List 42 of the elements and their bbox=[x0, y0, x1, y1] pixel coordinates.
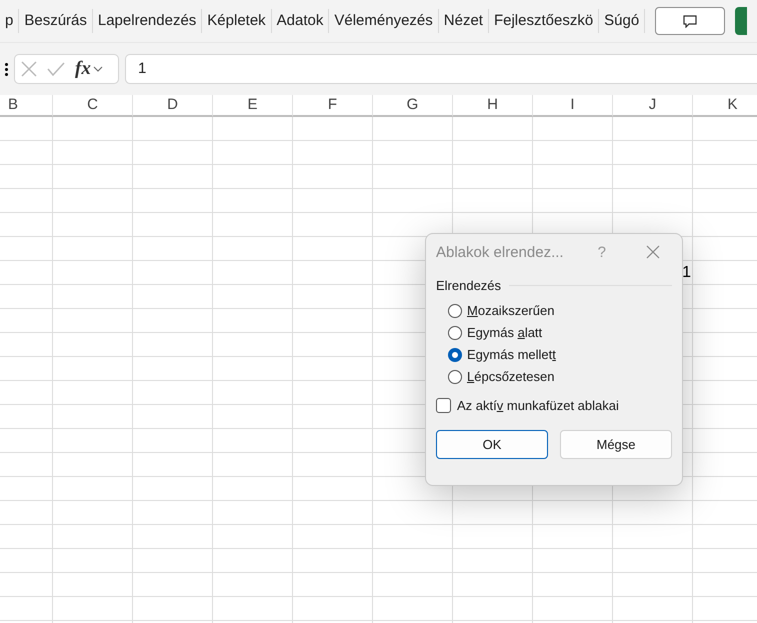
column-header[interactable]: G bbox=[373, 95, 453, 117]
column-header[interactable]: B bbox=[0, 95, 53, 117]
ribbon-tab[interactable]: Nézet bbox=[438, 9, 489, 33]
more-icon[interactable] bbox=[5, 62, 8, 76]
caret-icon[interactable] bbox=[92, 66, 103, 72]
column-header[interactable]: J bbox=[613, 95, 693, 117]
checkbox[interactable] bbox=[436, 398, 451, 413]
dialog-title: Ablakok elrendez... bbox=[436, 244, 565, 260]
ribbon-tab[interactable]: Véleményezés bbox=[329, 9, 439, 33]
ribbon-tab[interactable]: Képletek bbox=[202, 9, 272, 33]
group-label: Elrendezés bbox=[436, 278, 502, 293]
share-button[interactable] bbox=[735, 7, 748, 35]
column-header[interactable]: F bbox=[293, 95, 373, 117]
ribbon-tab[interactable]: p bbox=[0, 9, 20, 33]
ribbon-tab[interactable]: Beszúrás bbox=[19, 9, 93, 33]
formula-input[interactable]: 1 bbox=[125, 54, 757, 84]
radio-button[interactable] bbox=[448, 370, 462, 384]
insert-function-button[interactable]: fx bbox=[75, 58, 91, 80]
option-label[interactable]: Lépcsőzetesen bbox=[467, 369, 554, 384]
column-header[interactable]: I bbox=[533, 95, 613, 117]
radio-button[interactable] bbox=[448, 348, 462, 362]
column-header[interactable]: D bbox=[133, 95, 213, 117]
check-icon[interactable] bbox=[47, 62, 65, 76]
comment-icon bbox=[683, 14, 698, 28]
radio-button[interactable] bbox=[448, 326, 462, 340]
radio-button[interactable] bbox=[448, 304, 462, 318]
ribbon-tab[interactable]: Adatok bbox=[272, 9, 330, 33]
dialog-button[interactable]: OK bbox=[436, 430, 548, 459]
column-header[interactable]: E bbox=[213, 95, 293, 117]
column-header[interactable]: C bbox=[53, 95, 133, 117]
close-icon[interactable] bbox=[646, 245, 660, 259]
option-label[interactable]: Mozaikszerűen bbox=[467, 303, 554, 318]
column-header[interactable]: H bbox=[453, 95, 533, 117]
ribbon-tab[interactable]: Lapelrendezés bbox=[92, 9, 202, 33]
ribbon-tab[interactable]: Súgó bbox=[599, 9, 646, 33]
comments-button[interactable] bbox=[655, 7, 726, 35]
cell-value: 1 bbox=[682, 264, 691, 282]
dialog-button[interactable]: Mégse bbox=[560, 430, 672, 459]
option-label[interactable]: Egymás alatt bbox=[467, 325, 542, 340]
checkbox-label[interactable]: Az aktív munkafüzet ablakai bbox=[457, 398, 619, 413]
option-label[interactable]: Egymás mellett bbox=[467, 347, 556, 362]
ribbon-tab[interactable]: Fejlesztőeszkö bbox=[488, 9, 600, 33]
